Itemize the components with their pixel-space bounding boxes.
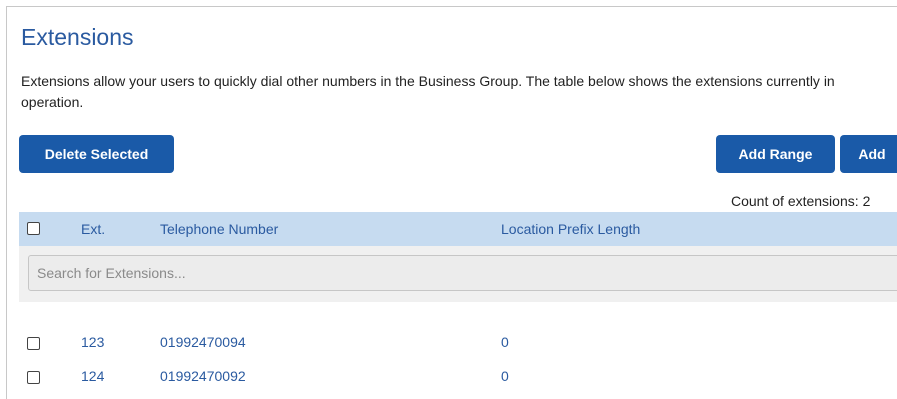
add-range-button[interactable]: Add Range <box>716 135 835 173</box>
cell-telephone-number[interactable]: 01992470094 <box>160 334 246 350</box>
extension-count-value: 2 <box>862 193 871 209</box>
search-bar <box>19 246 897 302</box>
select-all-checkbox[interactable] <box>27 222 40 235</box>
table-header: Ext. Telephone Number Location Prefix Le… <box>19 212 897 246</box>
row-checkbox[interactable] <box>27 371 40 384</box>
delete-selected-button[interactable]: Delete Selected <box>19 135 174 173</box>
column-header-telephone-number[interactable]: Telephone Number <box>160 221 278 237</box>
cell-location-prefix-length[interactable]: 0 <box>501 368 509 384</box>
extension-count: Count of extensions: 2 <box>731 193 870 209</box>
search-input[interactable] <box>28 255 897 291</box>
extensions-panel: Extensions Extensions allow your users t… <box>6 6 897 399</box>
extension-count-label: Count of extensions: <box>731 193 859 209</box>
intro-text: Extensions allow your users to quickly d… <box>21 73 835 110</box>
table-row[interactable]: 124 01992470092 0 <box>19 360 897 394</box>
cell-ext[interactable]: 123 <box>81 334 104 350</box>
column-header-ext[interactable]: Ext. <box>81 221 105 237</box>
cell-ext[interactable]: 124 <box>81 368 104 384</box>
page-title: Extensions <box>21 24 134 50</box>
cell-telephone-number[interactable]: 01992470092 <box>160 368 246 384</box>
add-button[interactable]: Add <box>840 135 897 173</box>
column-header-location-prefix-length[interactable]: Location Prefix Length <box>501 221 640 237</box>
table-row[interactable]: 123 01992470094 0 <box>19 326 897 360</box>
cell-location-prefix-length[interactable]: 0 <box>501 334 509 350</box>
row-checkbox[interactable] <box>27 337 40 350</box>
